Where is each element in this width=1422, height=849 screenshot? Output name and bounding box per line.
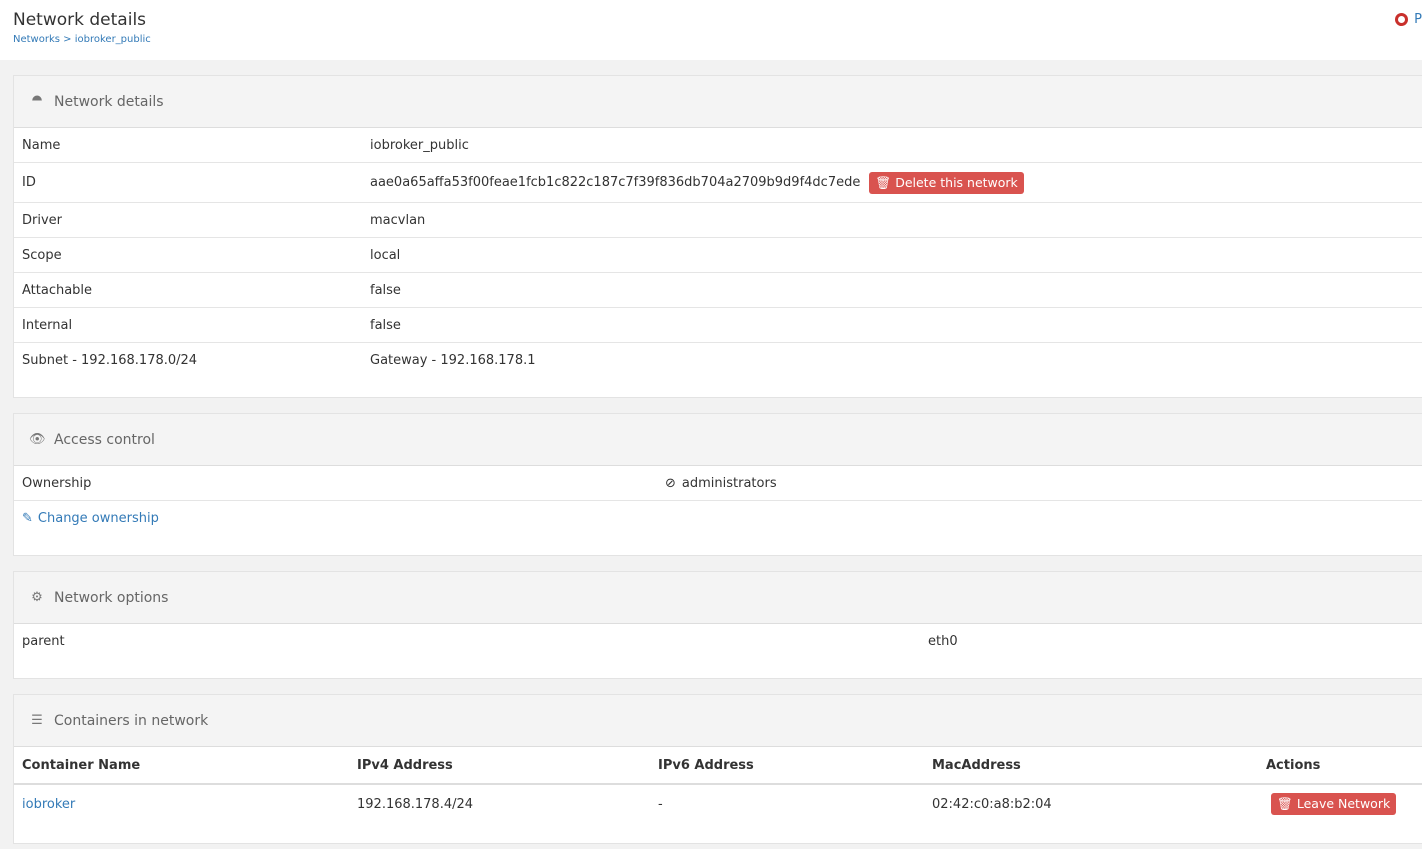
column-header[interactable]: IPv4 Address: [357, 758, 658, 773]
cogs-icon: ⚙: [31, 590, 43, 605]
detail-value: local: [370, 247, 401, 263]
column-header: Actions: [1266, 757, 1321, 773]
detail-label: Name: [22, 137, 61, 153]
option-row: parent eth0: [14, 624, 1422, 659]
lifebuoy-icon: [1395, 13, 1409, 26]
eye-icon: 👁: [29, 432, 46, 447]
detail-row-scope: Scope local: [14, 238, 1422, 273]
detail-label: Subnet - 192.168.178.0/24: [22, 353, 198, 368]
detail-value: false: [370, 317, 401, 333]
detail-value: aae0a65affa53f00feae1fcb1c822c187c7f39f8…: [370, 175, 861, 190]
trash-icon: 🗑: [1277, 796, 1293, 811]
breadcrumb-separator: >: [63, 34, 72, 45]
breadcrumb: Networks > iobroker_public: [13, 34, 1409, 45]
containers-panel: ☰ Containers in network Container Name IP…: [13, 694, 1422, 844]
ownership-row: Ownership ⊘ administrators: [14, 466, 1422, 501]
breadcrumb-current[interactable]: iobroker_public: [75, 34, 151, 45]
detail-label: Internal: [22, 317, 73, 333]
breadcrumb-networks[interactable]: Networks: [13, 34, 60, 45]
detail-row-subnet: Subnet - 192.168.178.0/24 Gateway - 192.1…: [14, 343, 1422, 378]
detail-value: false: [370, 282, 401, 298]
delete-label: Delete this network: [895, 174, 1018, 190]
ipv4-cell: 192.168.178.4/24: [357, 796, 474, 812]
trash-icon: 🗑: [875, 174, 892, 190]
panel-title: Access control: [54, 431, 155, 448]
detail-label: Scope: [22, 247, 62, 263]
ownership-value: administrators: [681, 475, 777, 491]
column-header[interactable]: MacAddress: [932, 758, 1266, 773]
access-control-panel: 👁 Access control Ownership ⊘ administrators…: [13, 413, 1422, 556]
detail-label: ID: [22, 175, 36, 190]
detail-row-driver: Driver macvlan: [14, 203, 1422, 238]
detail-label: Driver: [22, 212, 63, 228]
panel-title: Network details: [54, 93, 164, 110]
ownership-label: Ownership: [22, 475, 92, 491]
panel-title: Containers in network: [54, 712, 209, 729]
table-header: Container Name IPv4 Address IPv6 Address…: [14, 747, 1422, 785]
ipv6-cell: -: [658, 796, 663, 812]
panel-title: Network options: [54, 589, 169, 606]
help-link[interactable]: P: [1395, 12, 1422, 27]
option-value: eth0: [928, 634, 958, 649]
table-row: iobroker 192.168.178.4/24 - 02:42:c0:a8:…: [14, 785, 1422, 823]
mac-cell: 02:42:c0:a8:b2:04: [932, 796, 1052, 812]
detail-value: iobroker_public: [370, 137, 469, 153]
page-title: Network details: [13, 10, 147, 30]
detail-row-internal: Internal false: [14, 308, 1422, 343]
leave-network-button[interactable]: 🗑 Leave Network: [1271, 793, 1397, 815]
option-key: parent: [22, 634, 65, 649]
detail-value: Gateway - 192.168.178.1: [370, 353, 536, 368]
server-icon: ☰: [31, 713, 43, 728]
help-label: P: [1414, 12, 1422, 27]
page-header: Network details Networks > iobroker_publ…: [0, 0, 1422, 60]
change-ownership-link[interactable]: ✎ Change ownership: [14, 501, 1422, 536]
detail-row-attachable: Attachable false: [14, 273, 1422, 308]
column-header[interactable]: IPv6 Address: [658, 758, 932, 773]
eye-slash-icon: ⊘: [665, 475, 676, 491]
network-options-panel: ⚙ Network options parent eth0: [13, 571, 1422, 679]
sitemap-icon: ⯊: [31, 94, 43, 109]
change-ownership-label: Change ownership: [37, 511, 159, 526]
leave-label: Leave Network: [1296, 796, 1391, 811]
edit-icon: ✎: [22, 511, 33, 526]
detail-label: Attachable: [22, 282, 93, 298]
detail-row-id: ID aae0a65affa53f00feae1fcb1c822c187c7f39…: [14, 163, 1422, 203]
container-link[interactable]: iobroker: [22, 797, 357, 812]
detail-value: macvlan: [370, 212, 426, 228]
network-details-panel: ⯊ Network details Name iobroker_public ID a…: [13, 75, 1422, 398]
delete-network-button[interactable]: 🗑 Delete this network: [869, 171, 1024, 194]
detail-row-name: Name iobroker_public: [14, 128, 1422, 163]
column-header[interactable]: Container Name: [22, 758, 357, 773]
